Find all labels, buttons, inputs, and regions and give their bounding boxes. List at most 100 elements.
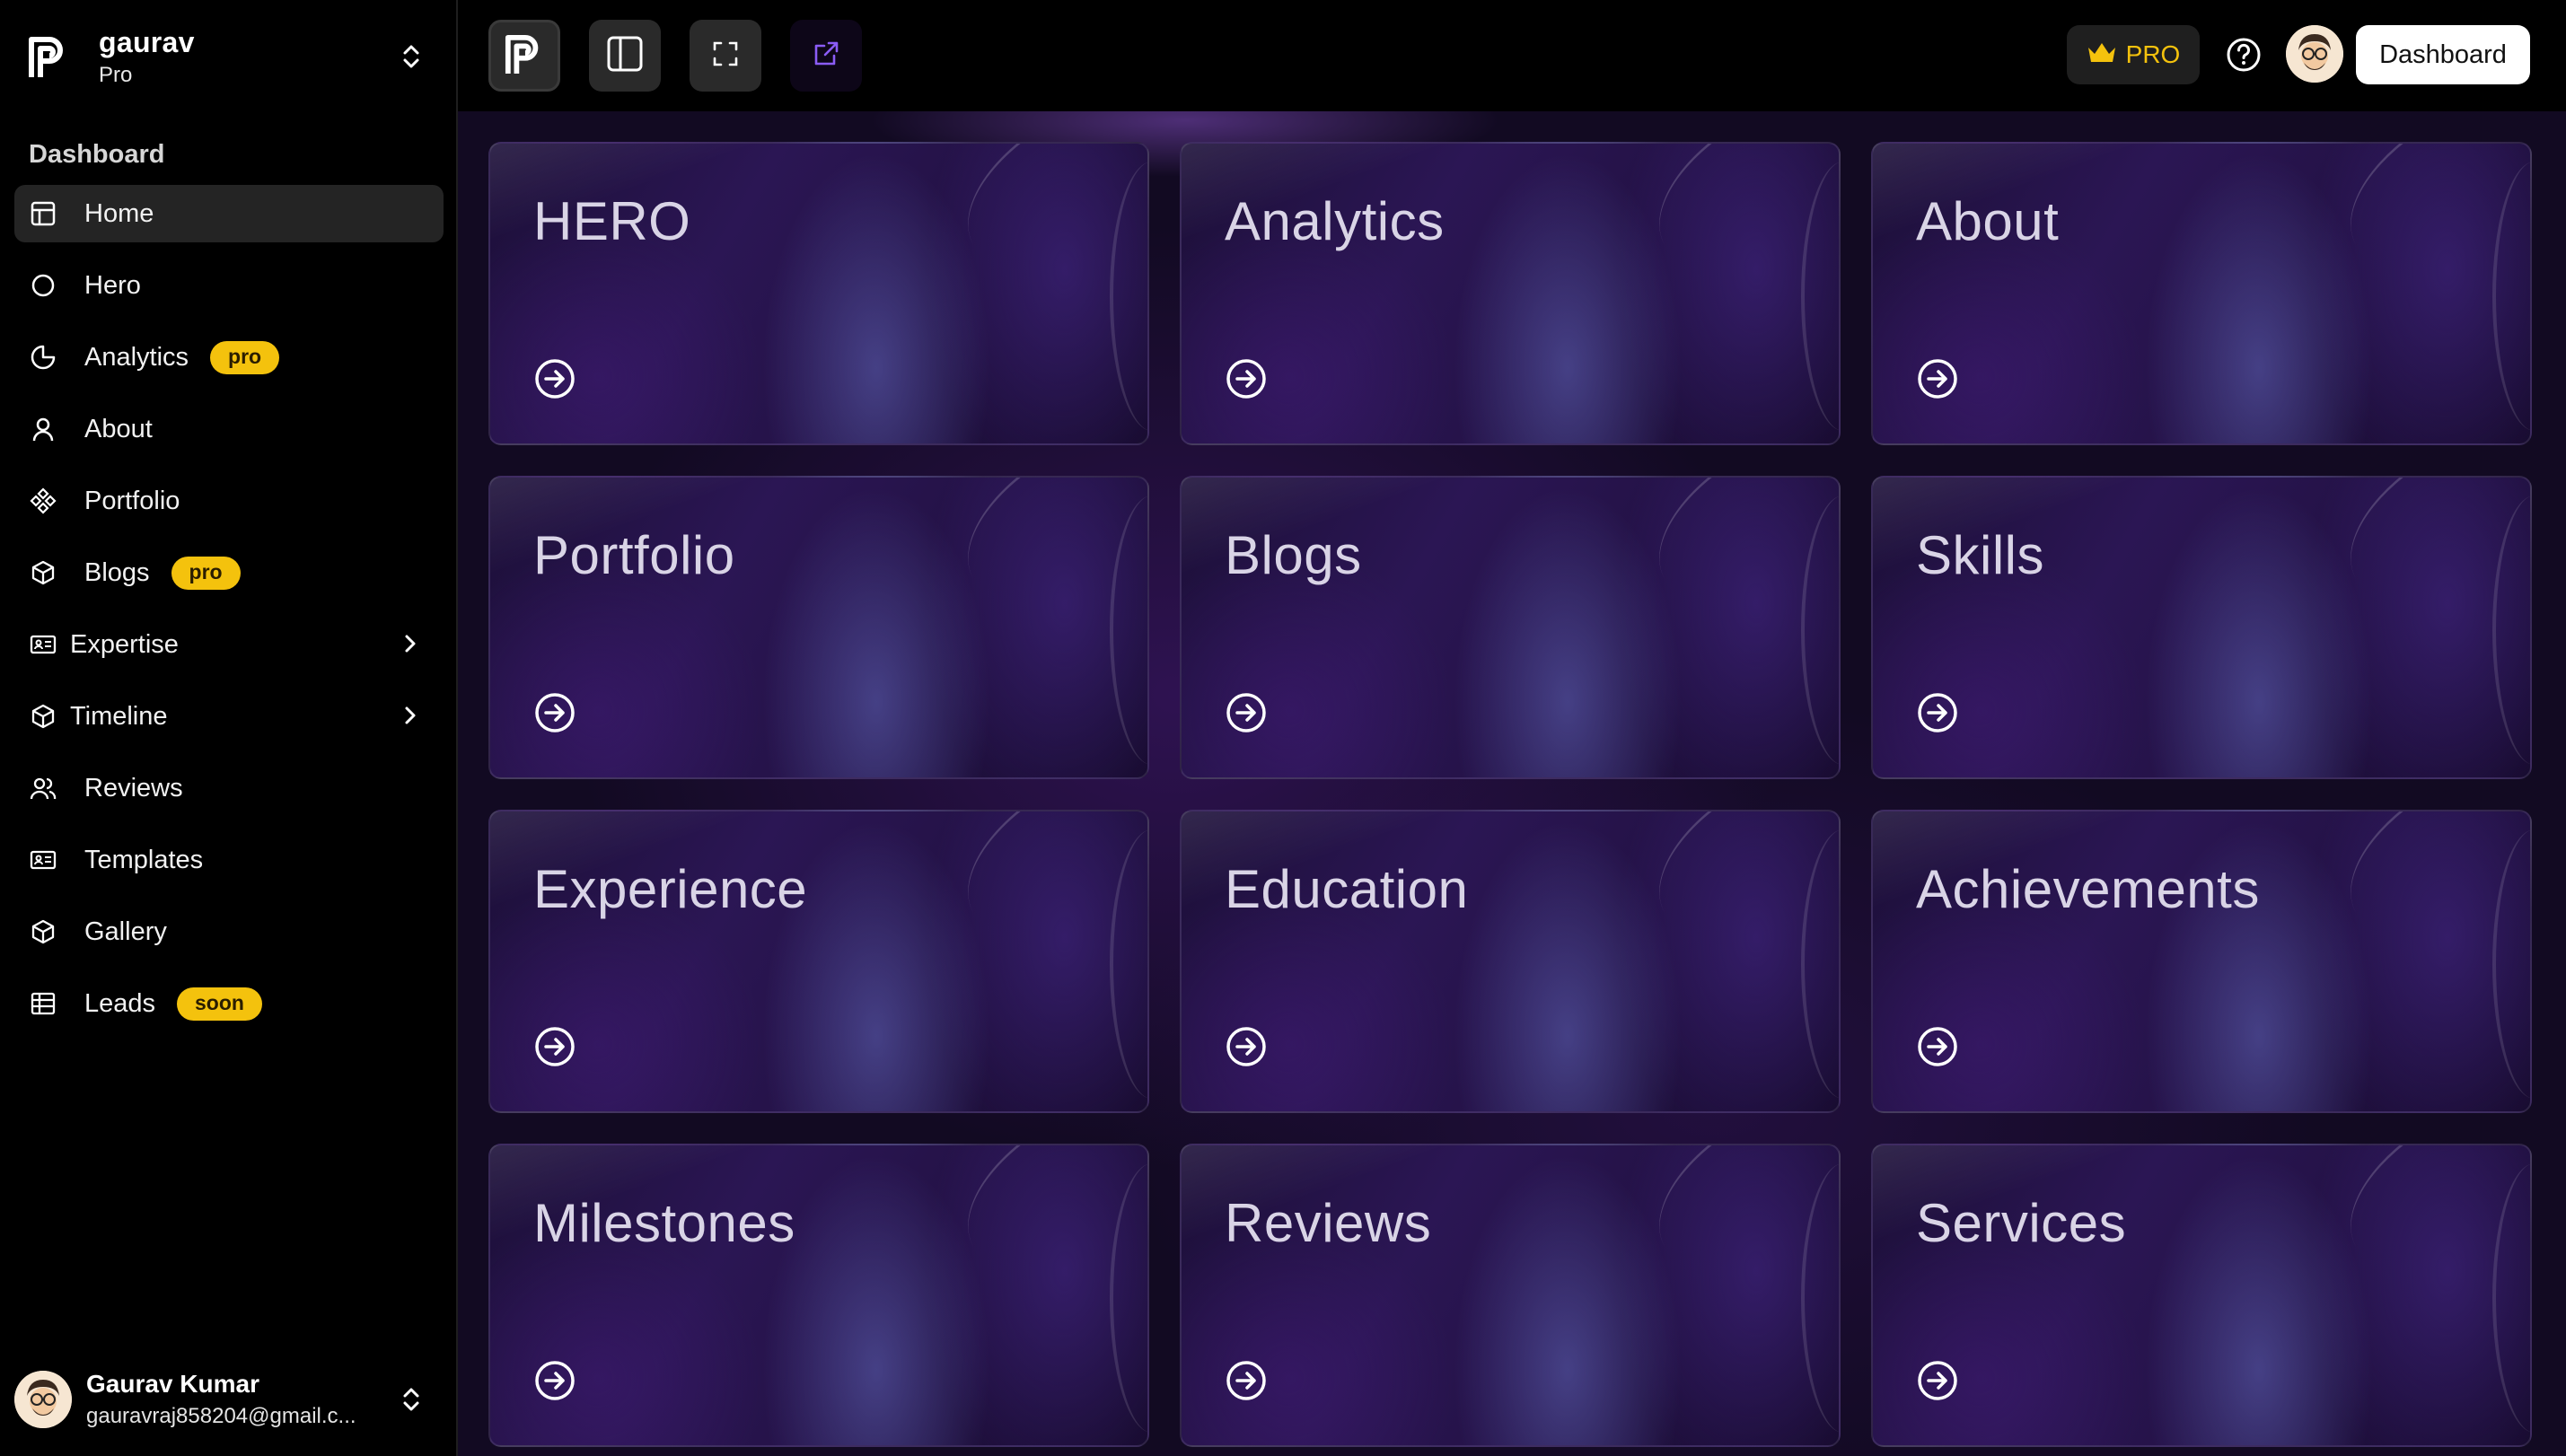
sidebar-item-reviews[interactable]: Reviews bbox=[14, 759, 444, 817]
sidebar-toggle-icon bbox=[606, 35, 644, 77]
sidebar-item-label: Reviews bbox=[84, 773, 183, 803]
users-icon bbox=[29, 774, 57, 803]
card-title: Education bbox=[1225, 859, 1469, 919]
sidebar-item-templates[interactable]: Templates bbox=[14, 831, 444, 889]
section-card-milestones[interactable]: Milestones bbox=[488, 1144, 1149, 1447]
chevron-right-icon bbox=[397, 702, 424, 733]
card-title: HERO bbox=[533, 191, 691, 251]
arrow-right-circle-icon[interactable] bbox=[533, 691, 576, 739]
sidebar-item-portfolio[interactable]: Portfolio bbox=[14, 472, 444, 530]
brand-logo-icon bbox=[14, 16, 83, 97]
section-card-hero[interactable]: HERO bbox=[488, 142, 1149, 445]
sidebar-item-label: Blogs bbox=[84, 557, 150, 587]
card-title: Analytics bbox=[1225, 191, 1445, 251]
user-email: gauravraj858204@gmail.c... bbox=[86, 1404, 356, 1428]
crown-icon bbox=[2087, 40, 2117, 70]
arrow-right-circle-icon[interactable] bbox=[533, 357, 576, 405]
arrow-right-circle-icon[interactable] bbox=[1916, 691, 1959, 739]
toggle-sidebar-button[interactable] bbox=[589, 20, 661, 92]
id-card-icon bbox=[29, 630, 57, 659]
user-icon bbox=[29, 415, 57, 443]
brand-logo-button[interactable] bbox=[488, 20, 560, 92]
card-title: Achievements bbox=[1916, 859, 2260, 919]
sidebar-item-label: Gallery bbox=[84, 917, 167, 946]
card-title: Services bbox=[1916, 1193, 2127, 1253]
sidebar-item-label: About bbox=[84, 414, 153, 443]
sidebar-item-analytics[interactable]: Analytics pro bbox=[14, 329, 444, 386]
arrow-right-circle-icon[interactable] bbox=[1225, 1359, 1268, 1407]
section-card-achievements[interactable]: Achievements bbox=[1871, 810, 2532, 1113]
sidebar-nav: Home Hero Analytics pro About Portfolio bbox=[14, 185, 444, 1047]
section-card-education[interactable]: Education bbox=[1180, 810, 1841, 1113]
fullscreen-button[interactable] bbox=[690, 20, 761, 92]
id-card-icon bbox=[29, 846, 57, 874]
section-card-skills[interactable]: Skills bbox=[1871, 476, 2532, 779]
layout-icon bbox=[29, 199, 57, 228]
chevrons-up-down-icon bbox=[399, 1386, 424, 1417]
chevron-right-icon bbox=[397, 630, 424, 662]
table-icon bbox=[29, 989, 57, 1018]
pie-chart-icon bbox=[29, 343, 57, 372]
arrow-right-circle-icon[interactable] bbox=[533, 1025, 576, 1073]
sidebar-item-gallery[interactable]: Gallery bbox=[14, 903, 444, 960]
fullscreen-icon bbox=[712, 40, 739, 72]
section-card-services[interactable]: Services bbox=[1871, 1144, 2532, 1447]
section-card-portfolio[interactable]: Portfolio bbox=[488, 476, 1149, 779]
user-menu[interactable]: Gaurav Kumar gauravraj858204@gmail.c... bbox=[14, 1359, 444, 1440]
sidebar-item-blogs[interactable]: Blogs pro bbox=[14, 544, 444, 601]
card-title: Experience bbox=[533, 859, 808, 919]
circle-icon bbox=[29, 271, 57, 300]
arrow-right-circle-icon[interactable] bbox=[533, 1359, 576, 1407]
user-avatar-button[interactable] bbox=[2286, 25, 2343, 83]
package-icon bbox=[29, 558, 57, 587]
arrow-right-circle-icon[interactable] bbox=[1916, 357, 1959, 405]
sidebar-item-hero[interactable]: Hero bbox=[14, 257, 444, 314]
dashboard-button[interactable]: Dashboard bbox=[2356, 25, 2530, 84]
sidebar-item-label: Home bbox=[84, 198, 154, 228]
package-icon bbox=[29, 702, 57, 731]
arrow-right-circle-icon[interactable] bbox=[1225, 357, 1268, 405]
pro-badge: pro bbox=[171, 556, 241, 590]
avatar bbox=[14, 1371, 72, 1428]
sidebar-item-expertise[interactable]: Expertise bbox=[14, 616, 444, 673]
sidebar-item-label: Portfolio bbox=[84, 486, 180, 515]
section-card-reviews[interactable]: Reviews bbox=[1180, 1144, 1841, 1447]
section-card-experience[interactable]: Experience bbox=[488, 810, 1149, 1113]
diamonds-icon bbox=[29, 487, 57, 515]
sidebar-item-leads[interactable]: Leads soon bbox=[14, 975, 444, 1032]
arrow-right-circle-icon[interactable] bbox=[1916, 1025, 1959, 1073]
upgrade-pro-button[interactable]: PRO bbox=[2067, 25, 2200, 84]
soon-badge: soon bbox=[177, 987, 262, 1021]
sidebar: gaurav Pro Dashboard Home Hero Analytics… bbox=[0, 0, 458, 1456]
section-card-blogs[interactable]: Blogs bbox=[1180, 476, 1841, 779]
brand-logo-icon bbox=[505, 32, 544, 80]
sidebar-item-about[interactable]: About bbox=[14, 400, 444, 458]
sidebar-item-label: Leads bbox=[84, 988, 156, 1018]
help-button[interactable] bbox=[2225, 36, 2263, 78]
section-card-analytics[interactable]: Analytics bbox=[1180, 142, 1841, 445]
sidebar-item-label: Expertise bbox=[70, 629, 179, 659]
arrow-right-circle-icon[interactable] bbox=[1916, 1359, 1959, 1407]
topbar: PRO Dashboard bbox=[458, 0, 2566, 111]
sidebar-item-home[interactable]: Home bbox=[14, 185, 444, 242]
section-cards-area: HERO Analytics About Portfolio Blogs Ski… bbox=[458, 111, 2566, 1456]
card-title: Reviews bbox=[1225, 1193, 1432, 1253]
sidebar-item-label: Hero bbox=[84, 270, 141, 300]
arrow-right-circle-icon[interactable] bbox=[1225, 1025, 1268, 1073]
section-card-about[interactable]: About bbox=[1871, 142, 2532, 445]
card-title: About bbox=[1916, 191, 2060, 251]
sidebar-item-label: Timeline bbox=[70, 701, 168, 731]
main-area: PRO Dashboard HERO Analytics About Portf… bbox=[458, 0, 2566, 1456]
workspace-switcher[interactable]: gaurav Pro bbox=[14, 16, 444, 97]
open-external-button[interactable] bbox=[790, 20, 862, 92]
sidebar-item-label: Templates bbox=[84, 845, 204, 874]
sidebar-item-timeline[interactable]: Timeline bbox=[14, 688, 444, 745]
arrow-right-circle-icon[interactable] bbox=[1225, 691, 1268, 739]
package-icon bbox=[29, 917, 57, 946]
card-title: Blogs bbox=[1225, 525, 1362, 585]
card-title: Milestones bbox=[533, 1193, 795, 1253]
workspace-name: gaurav bbox=[99, 25, 195, 58]
workspace-plan: Pro bbox=[99, 62, 133, 87]
card-title: Skills bbox=[1916, 525, 2045, 585]
chevrons-up-down-icon bbox=[399, 43, 424, 75]
